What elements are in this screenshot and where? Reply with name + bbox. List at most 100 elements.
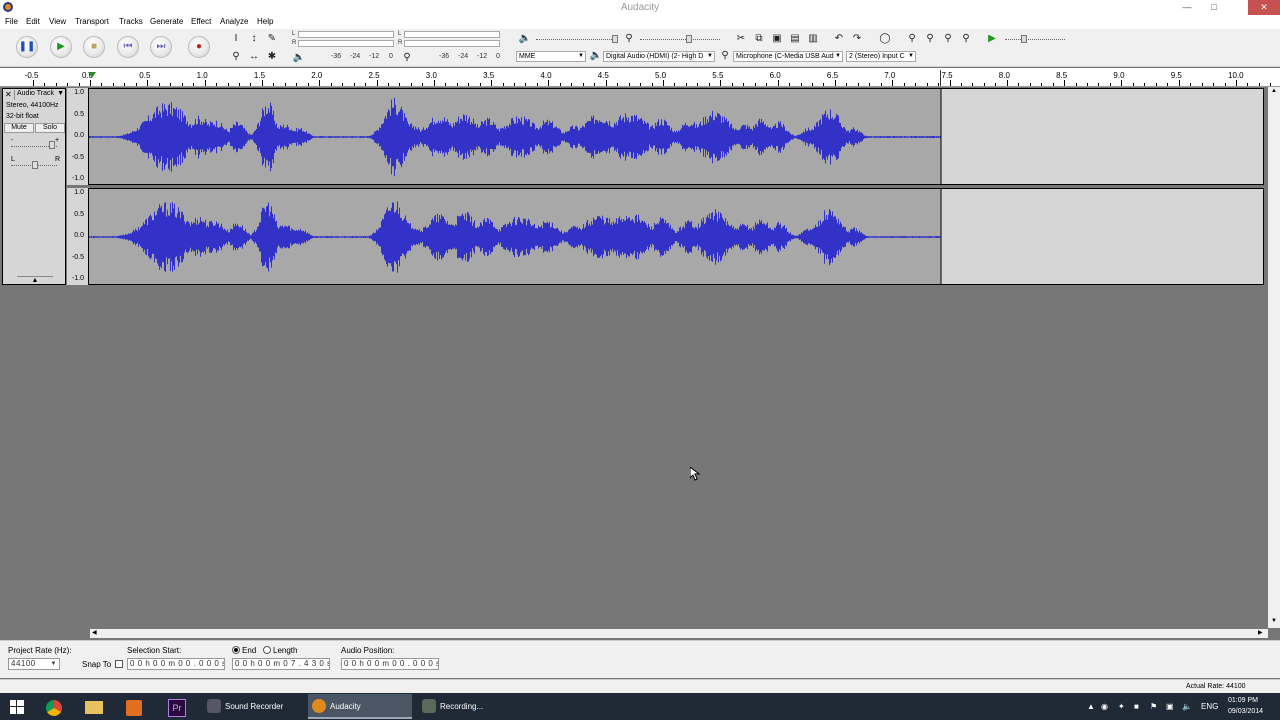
playback-meter-L[interactable] bbox=[298, 31, 394, 38]
play-button[interactable]: ▶ bbox=[50, 36, 72, 58]
tray-tool-icon[interactable]: ✦ bbox=[1118, 693, 1125, 720]
zoom-in-icon[interactable]: ⚲ bbox=[905, 32, 919, 46]
close-button[interactable]: ✕ bbox=[1248, 0, 1280, 15]
menu-analyze[interactable]: Analyze bbox=[220, 17, 248, 26]
input-volume-slider[interactable] bbox=[640, 39, 720, 40]
copy-icon[interactable]: ⧉ bbox=[752, 32, 766, 46]
tray-app-icon[interactable]: ◉ bbox=[1101, 693, 1108, 720]
scroll-left-icon[interactable]: ◀ bbox=[92, 629, 97, 636]
ruler-minor-tick bbox=[926, 83, 928, 86]
microphone-icon[interactable]: ⚲ bbox=[400, 51, 414, 65]
tray-app-icon[interactable]: ■ bbox=[1134, 693, 1139, 720]
horizontal-scrollbar[interactable]: ◀ ▶ bbox=[90, 629, 1268, 638]
menu-generate[interactable]: Generate bbox=[150, 17, 183, 26]
stop-button[interactable]: ■ bbox=[83, 36, 105, 58]
selection-end-field[interactable]: 0 0 h 0 0 m 0 7 . 4 3 0 s bbox=[232, 658, 330, 670]
silence-icon[interactable]: ▥ bbox=[806, 32, 820, 46]
skip-start-button[interactable]: ⏮ bbox=[117, 36, 139, 58]
ruler-label: 3.5 bbox=[483, 71, 495, 80]
clock-date[interactable]: 09/03/2014 bbox=[1228, 698, 1263, 720]
draw-tool-icon[interactable]: ✎ bbox=[265, 32, 279, 46]
menu-view[interactable]: View bbox=[49, 17, 66, 26]
envelope-tool-icon[interactable]: ↕ bbox=[247, 32, 261, 46]
collapse-track-icon[interactable]: ▲ bbox=[17, 276, 53, 284]
cut-icon[interactable]: ✂ bbox=[734, 32, 748, 46]
sync-lock-icon[interactable]: ◯ bbox=[878, 32, 892, 46]
menu-edit[interactable]: Edit bbox=[26, 17, 40, 26]
fit-project-icon[interactable]: ⚲ bbox=[959, 32, 973, 46]
track-area[interactable]: ✕ Audio Track ▼ Stereo, 44100Hz 32-bit f… bbox=[0, 87, 1268, 628]
network-icon[interactable]: ▣ bbox=[1166, 693, 1174, 720]
vertical-scrollbar[interactable]: ▲ ▼ bbox=[1268, 87, 1280, 628]
close-track-icon[interactable]: ✕ bbox=[5, 90, 12, 99]
gain-slider-thumb[interactable] bbox=[49, 141, 55, 149]
playback-meter-R[interactable] bbox=[298, 40, 394, 47]
premiere-icon[interactable]: Pr bbox=[160, 696, 194, 718]
menu-transport[interactable]: Transport bbox=[75, 17, 109, 26]
ruler-minor-tick bbox=[697, 83, 699, 86]
flag-icon[interactable]: ⚑ bbox=[1150, 693, 1157, 720]
file-explorer-icon[interactable] bbox=[77, 696, 111, 718]
project-rate-select[interactable]: 44100 ▼ bbox=[8, 658, 60, 670]
scroll-up-icon[interactable]: ▲ bbox=[1268, 88, 1280, 94]
output-device-select[interactable]: Digital Audio (HDMI) (2- High D ▼ bbox=[603, 51, 715, 62]
multi-tool-icon[interactable]: ✱ bbox=[265, 50, 279, 64]
mute-button[interactable]: Mute bbox=[4, 123, 34, 133]
audio-position-field[interactable]: 0 0 h 0 0 m 0 0 . 0 0 0 s bbox=[341, 658, 439, 670]
input-device-select[interactable]: Microphone (C-Media USB Aud ▼ bbox=[733, 51, 843, 62]
zoom-tool-icon[interactable]: ⚲ bbox=[229, 50, 243, 64]
menu-help[interactable]: Help bbox=[257, 17, 273, 26]
speaker-icon[interactable]: 🔈 bbox=[292, 51, 306, 65]
playhead-icon[interactable] bbox=[88, 72, 96, 78]
record-button[interactable]: ● bbox=[188, 36, 210, 58]
volume-icon[interactable]: 🔈 bbox=[1182, 693, 1192, 720]
ruler-minor-tick bbox=[1018, 83, 1020, 86]
end-radio[interactable] bbox=[232, 646, 240, 654]
fit-selection-icon[interactable]: ⚲ bbox=[941, 32, 955, 46]
output-volume-thumb[interactable] bbox=[612, 35, 618, 43]
timeline-ruler[interactable]: -0.5 0.0 0.5 1.0 1.5 2.0 2.5 3.0 3.5 4.0 4.5 5.0 5.5… bbox=[0, 68, 1280, 87]
record-meter-L[interactable] bbox=[404, 31, 500, 38]
pause-button[interactable]: ❚❚ bbox=[16, 36, 38, 58]
waveform-channel-left[interactable] bbox=[88, 88, 1264, 185]
task-sound-recorder[interactable]: Sound Recorder bbox=[203, 694, 305, 719]
waveform-channel-right[interactable] bbox=[88, 188, 1264, 285]
play-speed-slider[interactable] bbox=[1005, 39, 1065, 40]
menu-file[interactable]: File bbox=[5, 17, 18, 26]
minimize-button[interactable]: — bbox=[1174, 0, 1200, 15]
trim-icon[interactable]: ▤ bbox=[788, 32, 802, 46]
zoom-out-icon[interactable]: ⚲ bbox=[923, 32, 937, 46]
pan-slider-thumb[interactable] bbox=[32, 161, 38, 169]
track-name-menu[interactable]: Audio Track ▼ bbox=[14, 90, 66, 100]
selection-end-marker[interactable] bbox=[940, 70, 941, 86]
play-at-speed-icon[interactable]: ▶ bbox=[985, 32, 999, 46]
menu-effect[interactable]: Effect bbox=[191, 17, 211, 26]
selection-start-field[interactable]: 0 0 h 0 0 m 0 0 . 0 0 0 s bbox=[127, 658, 225, 670]
task-recording[interactable]: Recording... bbox=[418, 694, 514, 719]
solo-button[interactable]: Solo bbox=[35, 123, 65, 133]
input-channels-select[interactable]: 2 (Stereo) Input C ▼ bbox=[846, 51, 916, 62]
start-button[interactable] bbox=[0, 696, 34, 718]
undo-icon[interactable]: ↶ bbox=[832, 32, 846, 46]
show-hidden-icons-icon[interactable]: ▲ bbox=[1087, 693, 1095, 720]
record-meter-R[interactable] bbox=[404, 40, 500, 47]
timeshift-tool-icon[interactable]: ↔ bbox=[247, 50, 261, 64]
selection-tool-icon[interactable]: I bbox=[229, 32, 243, 46]
play-speed-thumb[interactable] bbox=[1021, 35, 1027, 43]
maximize-button[interactable]: □ bbox=[1201, 0, 1227, 15]
scroll-right-icon[interactable]: ▶ bbox=[1258, 629, 1263, 636]
media-player-icon[interactable] bbox=[117, 696, 151, 718]
length-radio[interactable] bbox=[263, 646, 271, 654]
snap-to-checkbox[interactable] bbox=[115, 660, 123, 668]
task-audacity[interactable]: Audacity bbox=[308, 694, 412, 719]
menu-tracks[interactable]: Tracks bbox=[119, 17, 143, 26]
scroll-down-icon[interactable]: ▼ bbox=[1268, 618, 1280, 624]
skip-end-button[interactable]: ⏭ bbox=[150, 36, 172, 58]
chrome-icon[interactable] bbox=[37, 696, 71, 718]
paste-icon[interactable]: ▣ bbox=[770, 32, 784, 46]
redo-icon[interactable]: ↷ bbox=[850, 32, 864, 46]
input-volume-thumb[interactable] bbox=[686, 35, 692, 43]
audio-host-select[interactable]: MME ▼ bbox=[516, 51, 586, 62]
language-indicator[interactable]: ENG bbox=[1201, 693, 1218, 720]
output-volume-slider[interactable] bbox=[536, 39, 616, 40]
